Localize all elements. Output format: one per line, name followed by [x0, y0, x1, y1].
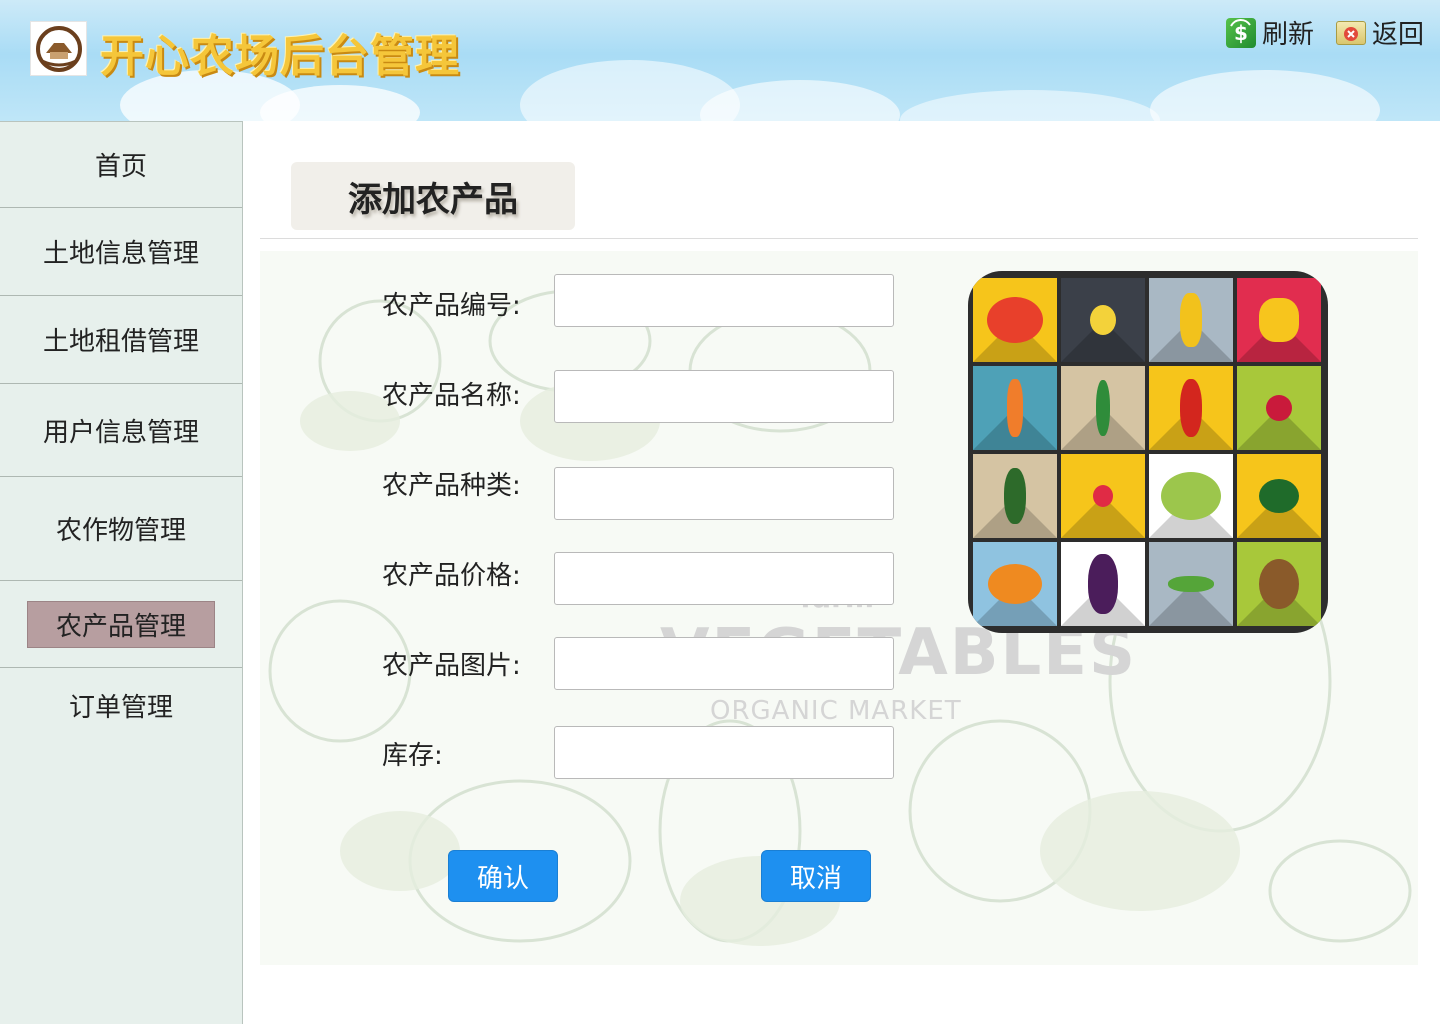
sidebar-item-orders[interactable]: 订单管理: [0, 668, 242, 742]
product-image-preview: [968, 271, 1328, 633]
field-label-product-price: 农产品价格:: [382, 561, 521, 591]
eggplant-tile: [1061, 542, 1145, 626]
title-divider: [260, 238, 1418, 239]
watermark-line-3: ORGANIC MARKET: [710, 696, 962, 726]
refresh-button[interactable]: $ 刷新: [1225, 14, 1314, 51]
product-image-input[interactable]: [554, 637, 894, 690]
pepper-tile: [1237, 278, 1321, 362]
sidebar-item-label-active: 农产品管理: [26, 600, 215, 648]
cabbage-tile: [1149, 454, 1233, 538]
main-content: 添加农产品 farm V: [243, 121, 1440, 1024]
farm-logo: [30, 21, 87, 76]
sidebar-item-label: 首页: [94, 152, 147, 182]
refresh-icon: $: [1225, 17, 1256, 48]
farm-logo-icon: [35, 25, 82, 72]
sidebar-item-label: 用户信息管理: [42, 417, 199, 448]
svg-text:$: $: [1234, 21, 1248, 45]
potato-tile: [1237, 542, 1321, 626]
field-label-stock: 库存:: [382, 741, 443, 771]
sidebar-item-products[interactable]: 农产品管理: [0, 581, 242, 668]
chili-tile: [1149, 366, 1233, 450]
app-title: 开心农场后台管理: [100, 31, 460, 82]
tomato-tile: [973, 278, 1057, 362]
sidebar-item-user-info[interactable]: 用户信息管理: [0, 384, 242, 477]
field-label-product-id: 农产品编号:: [382, 291, 521, 321]
radish-tile: [1061, 454, 1145, 538]
sidebar-item-crops[interactable]: 农作物管理: [0, 477, 242, 581]
peas-tile: [1061, 366, 1145, 450]
refresh-label: 刷新: [1261, 20, 1314, 50]
onion-tile: [1061, 278, 1145, 362]
product-id-input[interactable]: [554, 274, 894, 327]
field-label-product-image: 农产品图片:: [382, 651, 521, 681]
product-name-input[interactable]: [554, 370, 894, 423]
header-banner: 开心农场后台管理 $ 刷新 返回: [0, 0, 1440, 121]
pumpkin-tile: [973, 542, 1057, 626]
back-button[interactable]: 返回: [1335, 14, 1424, 51]
confirm-button[interactable]: 确认: [448, 850, 558, 902]
product-price-input[interactable]: [554, 552, 894, 605]
cucumber-tile: [973, 454, 1057, 538]
carrot-tile: [973, 366, 1057, 450]
sidebar: 首页 土地信息管理 土地租借管理 用户信息管理 农作物管理 农产品管理 订单管理: [0, 121, 243, 1024]
sidebar-item-land-rental[interactable]: 土地租借管理: [0, 296, 242, 384]
sidebar-item-home[interactable]: 首页: [0, 122, 242, 208]
cancel-button[interactable]: 取消: [761, 850, 871, 902]
back-label: 返回: [1371, 20, 1424, 50]
top-actions: $ 刷新 返回: [1225, 14, 1424, 51]
field-label-product-category: 农产品种类:: [382, 471, 521, 501]
sidebar-item-label: 订单管理: [68, 692, 173, 723]
page-title: 添加农产品: [291, 162, 575, 230]
field-label-product-name: 农产品名称:: [382, 381, 521, 411]
back-icon: [1335, 20, 1366, 45]
stock-input[interactable]: [554, 726, 894, 779]
bean-tile: [1149, 542, 1233, 626]
product-category-input[interactable]: [554, 467, 894, 520]
broccoli-tile: [1237, 454, 1321, 538]
beet-tile: [1237, 366, 1321, 450]
sidebar-item-label: 土地信息管理: [42, 239, 199, 269]
sidebar-item-land-info[interactable]: 土地信息管理: [0, 208, 242, 296]
sidebar-item-label: 农作物管理: [55, 516, 186, 546]
sidebar-item-label: 土地租借管理: [42, 327, 199, 357]
corn-tile: [1149, 278, 1233, 362]
